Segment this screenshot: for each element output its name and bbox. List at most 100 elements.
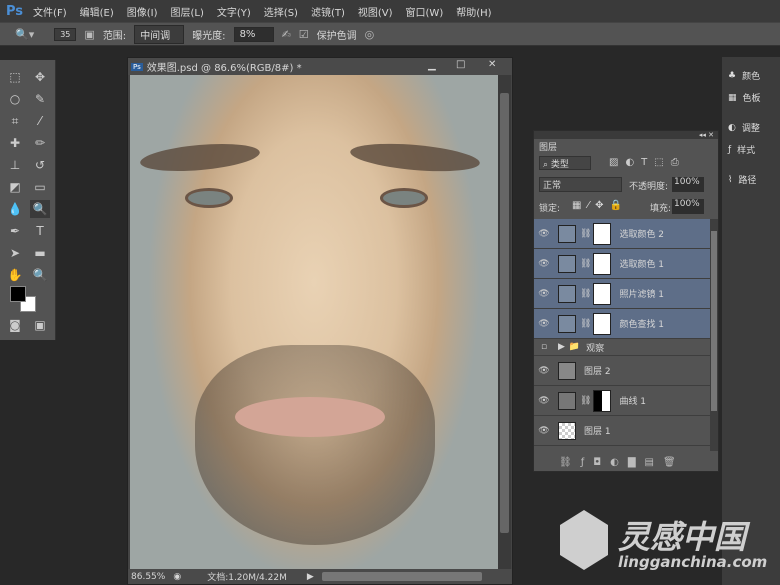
layer-row[interactable]: 👁 图层 2 [534,356,710,386]
dock-swatches[interactable]: ▦ 色板 [728,91,761,105]
zoom-tool-icon[interactable]: 🔍 [30,266,50,284]
blend-mode-select[interactable]: 正常 [539,177,622,192]
fill-input[interactable]: 100% [672,199,704,214]
exposure-input[interactable]: 8% [233,26,274,42]
right-eyebrow [349,139,481,176]
protect-tones-label: 保护色调 [316,30,357,42]
dock-color[interactable]: ♣ 颜色 [728,69,760,83]
dodge-tool-icon[interactable]: 🔍 [30,200,50,218]
visibility-eye-icon[interactable]: 👁 [534,229,554,239]
blur-tool-icon[interactable]: 💧 [5,200,25,218]
status-arrow-icon[interactable]: ▶ [307,572,314,582]
history-brush-icon[interactable]: ↺ [30,156,50,174]
layer-row[interactable]: 👁 ⛓ 选取颜色 2 [534,219,710,249]
menu-window[interactable]: 窗口(W) [406,4,444,19]
opacity-input[interactable]: 100% [672,177,704,192]
airbrush-icon[interactable]: ✍ [282,28,291,41]
visibility-eye-icon[interactable]: 👁 [534,289,554,299]
dock-paths[interactable]: ⌇ 路径 [728,173,756,187]
expand-arrow-icon[interactable]: ▶ [558,342,565,352]
layer-row[interactable]: 👁 ⛓ 曲线 1 [534,386,710,416]
link-icon: ⛓ [580,318,592,329]
hand-tool-icon[interactable]: ✋ [5,266,25,284]
layer-mask[interactable] [593,282,612,305]
dock-styles[interactable]: ƒ 样式 [728,143,755,157]
filter-kind-select[interactable]: ⌕ 类型 [539,156,591,170]
layer-bottom-icons[interactable]: ⛓ƒ◘◐▇▤🗑 [559,457,685,468]
layer-mask[interactable] [593,252,612,275]
layer-name: 选取颜色 2 [619,230,665,240]
menu-type[interactable]: 文字(Y) [217,4,251,19]
left-eye [185,188,233,208]
minimize-button[interactable]: ▁ [428,60,436,71]
lock-icons[interactable]: ▦⁄✥🔒 [572,200,628,211]
path-select-icon[interactable]: ➤ [5,244,25,262]
layer-group-row[interactable]: ▫ ▶ 📁 观察 [534,339,710,356]
layer-row[interactable]: 👁 ⛓ 选取颜色 1 [534,249,710,279]
layer-row[interactable]: 👁 ⛓ 照片滤镜 1 [534,279,710,309]
foreground-color-swatch[interactable] [10,286,26,302]
gradient-icon[interactable]: ▭ [30,178,50,196]
image-canvas[interactable] [130,75,498,569]
status-menu-icon[interactable]: ◉ [173,572,181,582]
ps-file-icon: Ps [131,62,143,71]
menu-view[interactable]: 视图(V) [358,4,393,19]
brush-panel-icon[interactable]: ▣ [84,28,94,41]
document-tab[interactable]: Ps 效果图.psd @ 86.6%(RGB/8#) * ▁ □ ✕ [128,58,512,75]
brush-tool-icon[interactable]: ✏ [30,134,50,152]
move-tool-icon[interactable]: ✥ [30,68,50,86]
menu-help[interactable]: 帮助(H) [456,4,491,19]
eyedropper-icon[interactable]: ⁄ [30,112,50,130]
link-icon: ⛓ [580,258,592,269]
visibility-eye-icon[interactable]: 👁 [534,259,554,269]
visibility-toggle[interactable]: ▫ [534,342,554,352]
menu-file[interactable]: 文件(F) [33,4,67,19]
menu-select[interactable]: 选择(S) [264,4,298,19]
layers-tab[interactable]: 图层 [539,140,557,153]
folder-icon: 📁 [568,342,581,352]
crop-tool-icon[interactable]: ⌗ [5,112,25,130]
eraser-icon[interactable]: ◩ [5,178,25,196]
dock-adjustments[interactable]: ◐ 调整 [728,121,760,135]
horizontal-scrollbar[interactable] [321,572,482,581]
clone-stamp-icon[interactable]: ⊥ [5,156,25,174]
maximize-button[interactable]: □ [456,59,465,70]
layer-mask[interactable] [593,389,612,412]
range-select[interactable]: 中间调 [134,24,185,44]
pressure-icon[interactable]: ◎ [365,28,375,41]
type-tool-icon[interactable]: T [30,222,50,240]
visibility-eye-icon[interactable]: 👁 [534,366,554,376]
zoom-level[interactable]: 86.55% [131,572,165,582]
layer-mask[interactable] [593,312,612,335]
dodge-tool-icon[interactable]: 🔍▾ [15,28,34,41]
layer-row[interactable]: 👁 ⛓ 颜色查找 1 [534,309,710,339]
layer-mask[interactable] [593,222,612,245]
menu-filter[interactable]: 滤镜(T) [311,4,345,19]
panel-collapse-icon[interactable]: ◂◂ ✕ [534,131,718,139]
filter-icons[interactable]: ▨◐T⬚⎙ [609,157,686,168]
layers-scrollbar[interactable] [710,219,718,451]
shape-tool-icon[interactable]: ▬ [30,244,50,262]
quick-mask-icon[interactable]: ◙ [5,316,25,334]
menu-image[interactable]: 图像(I) [127,4,158,19]
quick-select-icon[interactable]: ✎ [30,90,50,108]
layer-row[interactable]: 👁 图层 1 [534,416,710,446]
marquee-tool-icon[interactable]: ⬚ [5,68,25,86]
document-title: 效果图.psd @ 86.6%(RGB/8#) * [146,63,302,74]
left-eyebrow [139,139,261,176]
healing-brush-icon[interactable]: ✚ [5,134,25,152]
watermark-logo [560,510,608,570]
visibility-eye-icon[interactable]: 👁 [534,396,554,406]
pen-tool-icon[interactable]: ✒ [5,222,25,240]
brush-size-picker[interactable]: 35 [54,27,77,41]
visibility-eye-icon[interactable]: 👁 [534,426,554,436]
menu-edit[interactable]: 编辑(E) [80,4,114,19]
protect-tones-checkbox[interactable]: ☑ [299,28,309,41]
screen-mode-icon[interactable]: ▣ [30,316,50,334]
lasso-tool-icon[interactable]: ○ [5,90,25,108]
close-button[interactable]: ✕ [488,59,496,70]
menu-layer[interactable]: 图层(L) [171,4,204,19]
range-label: 范围: [102,30,127,42]
visibility-eye-icon[interactable]: 👁 [534,319,554,329]
vertical-scrollbar[interactable] [498,75,511,569]
